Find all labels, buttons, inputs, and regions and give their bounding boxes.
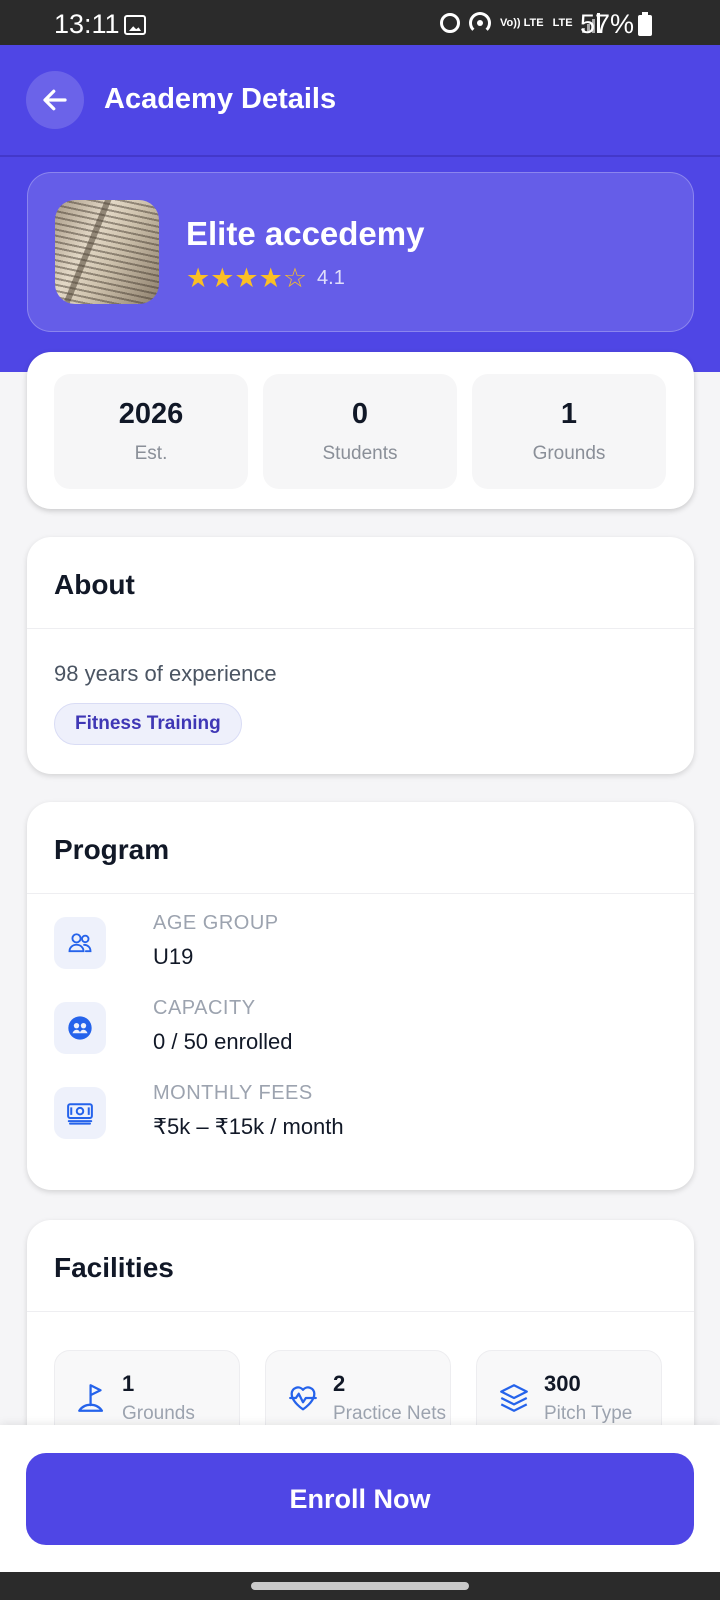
academy-image <box>55 200 159 304</box>
stat-established: 2026 Est. <box>54 374 248 489</box>
stat-value: 0 <box>351 398 369 430</box>
stat-value: 1 <box>560 398 578 430</box>
about-title: About <box>54 569 135 600</box>
program-label: CAPACITY <box>153 997 256 1019</box>
arrow-left-icon <box>43 89 67 111</box>
program-value: U19 <box>153 944 194 969</box>
divider <box>27 1311 694 1312</box>
academy-name: Elite accedemy <box>186 215 425 252</box>
facility-value: 2 <box>333 1371 346 1396</box>
back-button[interactable] <box>26 71 84 129</box>
rating-value: 4.1 <box>317 267 345 289</box>
home-gesture-handle[interactable] <box>251 1582 469 1590</box>
training-tag: Fitness Training <box>54 703 242 745</box>
stats-card: 2026 Est. 0 Students 1 Grounds <box>27 352 694 509</box>
program-value: ₹5k – ₹15k / month <box>153 1114 344 1139</box>
bottom-action-bar: Enroll Now <box>0 1425 720 1572</box>
system-navigation-bar <box>0 1572 720 1600</box>
status-bar: 13:11 Vo)) LTE LTE 57% <box>0 0 720 45</box>
volte-icon: Vo)) LTE <box>500 16 544 29</box>
facility-value: 1 <box>122 1371 135 1396</box>
banknote-icon <box>54 1087 106 1139</box>
page-title: Academy Details <box>104 83 337 115</box>
stat-value: 2026 <box>118 398 184 430</box>
stat-label: Est. <box>134 443 168 464</box>
header: Academy Details Elite accedemy ★★★★☆ 4.1 <box>0 45 720 372</box>
program-label: AGE GROUP <box>153 912 279 934</box>
academy-summary-card: Elite accedemy ★★★★☆ 4.1 <box>27 172 694 332</box>
group-circle-icon <box>54 1002 106 1054</box>
hotspot-icon <box>469 12 491 34</box>
stat-label: Students <box>322 443 398 464</box>
program-label: MONTHLY FEES <box>153 1082 313 1104</box>
star-rating-icon: ★★★★☆ <box>186 263 308 293</box>
about-card: About 98 years of experience Fitness Tra… <box>27 537 694 774</box>
layers-icon <box>500 1384 528 1412</box>
stat-students: 0 Students <box>263 374 457 489</box>
flag-icon <box>78 1384 104 1412</box>
header-divider <box>0 155 720 157</box>
gallery-icon <box>124 15 146 35</box>
rating: ★★★★☆ 4.1 <box>186 265 345 292</box>
stat-label: Grounds <box>532 443 606 464</box>
facilities-title: Facilities <box>54 1252 174 1283</box>
program-row-age-group: AGE GROUP U19 <box>54 912 654 972</box>
program-row-monthly-fees: MONTHLY FEES ₹5k – ₹15k / month <box>54 1082 654 1142</box>
lte-icon: LTE <box>552 16 573 29</box>
stat-grounds: 1 Grounds <box>472 374 666 489</box>
program-value: 0 / 50 enrolled <box>153 1029 293 1054</box>
alarm-icon <box>440 13 460 33</box>
status-time: 13:11 <box>54 9 120 39</box>
status-icons: Vo)) LTE LTE <box>440 12 602 34</box>
users-icon <box>54 917 106 969</box>
heart-pulse-icon <box>289 1386 317 1411</box>
divider <box>27 628 694 629</box>
facility-value: 300 <box>544 1371 581 1396</box>
enroll-now-button[interactable]: Enroll Now <box>26 1453 694 1545</box>
facility-label: Grounds <box>122 1403 195 1424</box>
facility-label: Practice Nets <box>333 1403 446 1424</box>
battery-icon <box>638 12 652 36</box>
program-title: Program <box>54 834 170 865</box>
about-description: 98 years of experience <box>54 661 277 686</box>
program-row-capacity: CAPACITY 0 / 50 enrolled <box>54 997 654 1057</box>
program-card: Program AGE GROUP U19 CAPACITY 0 / 50 en… <box>27 802 694 1190</box>
battery-percent: 57% <box>580 9 635 39</box>
divider <box>27 893 694 894</box>
facility-label: Pitch Type <box>544 1403 633 1424</box>
